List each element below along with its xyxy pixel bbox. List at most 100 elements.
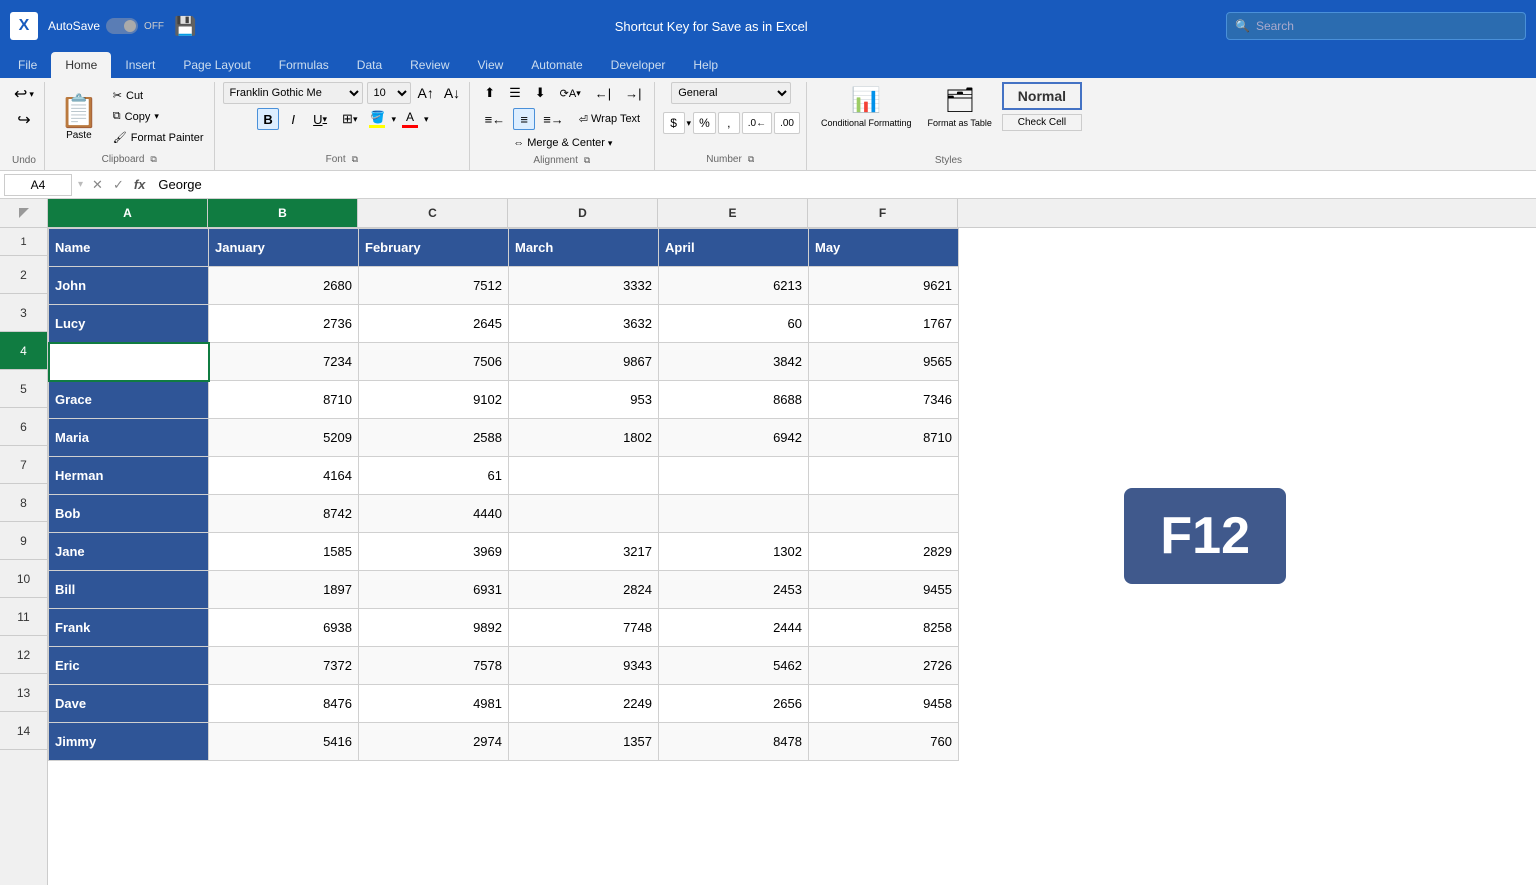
cell-b10[interactable]: 1897	[209, 571, 359, 609]
cell-e11[interactable]: 2444	[659, 609, 809, 647]
cell-d11[interactable]: 7748	[509, 609, 659, 647]
cell-a3[interactable]: Lucy	[49, 305, 209, 343]
row-header-12[interactable]: 12	[0, 636, 47, 674]
row-header-8[interactable]: 8	[0, 484, 47, 522]
row-header-7[interactable]: 7	[0, 446, 47, 484]
currency-button[interactable]: $	[663, 112, 685, 134]
cell-c1[interactable]: February	[359, 229, 509, 267]
search-box[interactable]: 🔍	[1226, 12, 1526, 40]
cell-e12[interactable]: 5462	[659, 647, 809, 685]
formula-input[interactable]	[154, 177, 1532, 192]
tab-page-layout[interactable]: Page Layout	[169, 52, 264, 78]
cell-f3[interactable]: 1767	[809, 305, 959, 343]
cell-a12[interactable]: Eric	[49, 647, 209, 685]
decrease-font-size-button[interactable]: A↓	[441, 84, 463, 102]
cell-d5[interactable]: 953	[509, 381, 659, 419]
cell-b12[interactable]: 7372	[209, 647, 359, 685]
cell-a10[interactable]: Bill	[49, 571, 209, 609]
row-header-5[interactable]: 5	[0, 370, 47, 408]
number-format-select[interactable]: General	[671, 82, 791, 104]
cell-c12[interactable]: 7578	[359, 647, 509, 685]
cell-e8[interactable]	[659, 495, 809, 533]
cell-f5[interactable]: 7346	[809, 381, 959, 419]
orient-button[interactable]: ⟳A ▾	[554, 82, 587, 104]
top-align-button[interactable]: ⬆	[478, 82, 501, 104]
indent-decrease-button[interactable]: ←|	[589, 82, 617, 104]
cell-reference-box[interactable]	[4, 174, 72, 196]
left-align-button[interactable]: ≡←	[479, 108, 512, 130]
select-all-button[interactable]	[0, 199, 48, 227]
cell-d7[interactable]	[509, 457, 659, 495]
cell-b6[interactable]: 5209	[209, 419, 359, 457]
cell-a4[interactable]: George	[49, 343, 209, 381]
cell-b2[interactable]: 2680	[209, 267, 359, 305]
conditional-formatting-button[interactable]: 📊 Conditional Formatting	[815, 82, 918, 132]
cell-c9[interactable]: 3969	[359, 533, 509, 571]
cell-f6[interactable]: 8710	[809, 419, 959, 457]
number-expand-button[interactable]: ⧉	[746, 153, 756, 166]
cell-e7[interactable]	[659, 457, 809, 495]
col-header-d[interactable]: D	[508, 199, 658, 227]
font-name-select[interactable]: Franklin Gothic Me	[223, 82, 363, 104]
alignment-expand-button[interactable]: ⧉	[582, 154, 592, 167]
cell-f10[interactable]: 9455	[809, 571, 959, 609]
bold-button[interactable]: B	[257, 108, 279, 130]
cell-c5[interactable]: 9102	[359, 381, 509, 419]
cell-b9[interactable]: 1585	[209, 533, 359, 571]
tab-review[interactable]: Review	[396, 52, 463, 78]
row-header-1[interactable]: 1	[0, 228, 47, 256]
cell-b11[interactable]: 6938	[209, 609, 359, 647]
tab-developer[interactable]: Developer	[597, 52, 680, 78]
cell-c3[interactable]: 2645	[359, 305, 509, 343]
cell-e5[interactable]: 8688	[659, 381, 809, 419]
cell-d4[interactable]: 9867	[509, 343, 659, 381]
cell-d12[interactable]: 9343	[509, 647, 659, 685]
cell-d10[interactable]: 2824	[509, 571, 659, 609]
font-expand-button[interactable]: ⧉	[350, 153, 360, 166]
save-icon[interactable]: 💾	[174, 16, 196, 37]
cell-a8[interactable]: Bob	[49, 495, 209, 533]
cell-d13[interactable]: 2249	[509, 685, 659, 723]
copy-dropdown-icon[interactable]: ▾	[154, 111, 159, 122]
tab-file[interactable]: File	[4, 52, 51, 78]
cut-button[interactable]: ✂ Cut	[109, 87, 208, 104]
cell-e14[interactable]: 8478	[659, 723, 809, 761]
row-header-2[interactable]: 2	[0, 256, 47, 294]
cell-a2[interactable]: John	[49, 267, 209, 305]
merge-dropdown-icon[interactable]: ▾	[608, 138, 613, 149]
font-size-select[interactable]: 10	[367, 82, 411, 104]
row-header-6[interactable]: 6	[0, 408, 47, 446]
cell-b7[interactable]: 4164	[209, 457, 359, 495]
clipboard-expand-button[interactable]: ⧉	[148, 153, 158, 166]
row-header-13[interactable]: 13	[0, 674, 47, 712]
cell-e4[interactable]: 3842	[659, 343, 809, 381]
bottom-align-button[interactable]: ⬇	[529, 82, 552, 104]
tab-automate[interactable]: Automate	[517, 52, 596, 78]
format-as-table-button[interactable]: 🗂 Format as Table	[922, 82, 998, 132]
cell-d3[interactable]: 3632	[509, 305, 659, 343]
cell-b3[interactable]: 2736	[209, 305, 359, 343]
cell-f14[interactable]: 760	[809, 723, 959, 761]
cell-f9[interactable]: 2829	[809, 533, 959, 571]
cell-f4[interactable]: 9565	[809, 343, 959, 381]
cell-a9[interactable]: Jane	[49, 533, 209, 571]
search-input[interactable]	[1256, 19, 1517, 33]
row-header-10[interactable]: 10	[0, 560, 47, 598]
center-align-button[interactable]: ≡	[513, 108, 535, 130]
italic-button[interactable]: I	[282, 108, 304, 130]
cell-e1[interactable]: April	[659, 229, 809, 267]
cell-e3[interactable]: 60	[659, 305, 809, 343]
cell-b4[interactable]: 7234	[209, 343, 359, 381]
autosave-toggle[interactable]: AutoSave OFF	[48, 18, 164, 34]
underline-button[interactable]: U ▾	[307, 108, 333, 130]
cell-e9[interactable]: 1302	[659, 533, 809, 571]
cell-c10[interactable]: 6931	[359, 571, 509, 609]
cell-a6[interactable]: Maria	[49, 419, 209, 457]
tab-view[interactable]: View	[464, 52, 518, 78]
cell-b14[interactable]: 5416	[209, 723, 359, 761]
wrap-text-button[interactable]: ⏎ Wrap Text	[572, 110, 647, 129]
cell-c11[interactable]: 9892	[359, 609, 509, 647]
cancel-formula-button[interactable]: ✕	[89, 177, 106, 193]
tab-insert[interactable]: Insert	[111, 52, 169, 78]
cell-e2[interactable]: 6213	[659, 267, 809, 305]
